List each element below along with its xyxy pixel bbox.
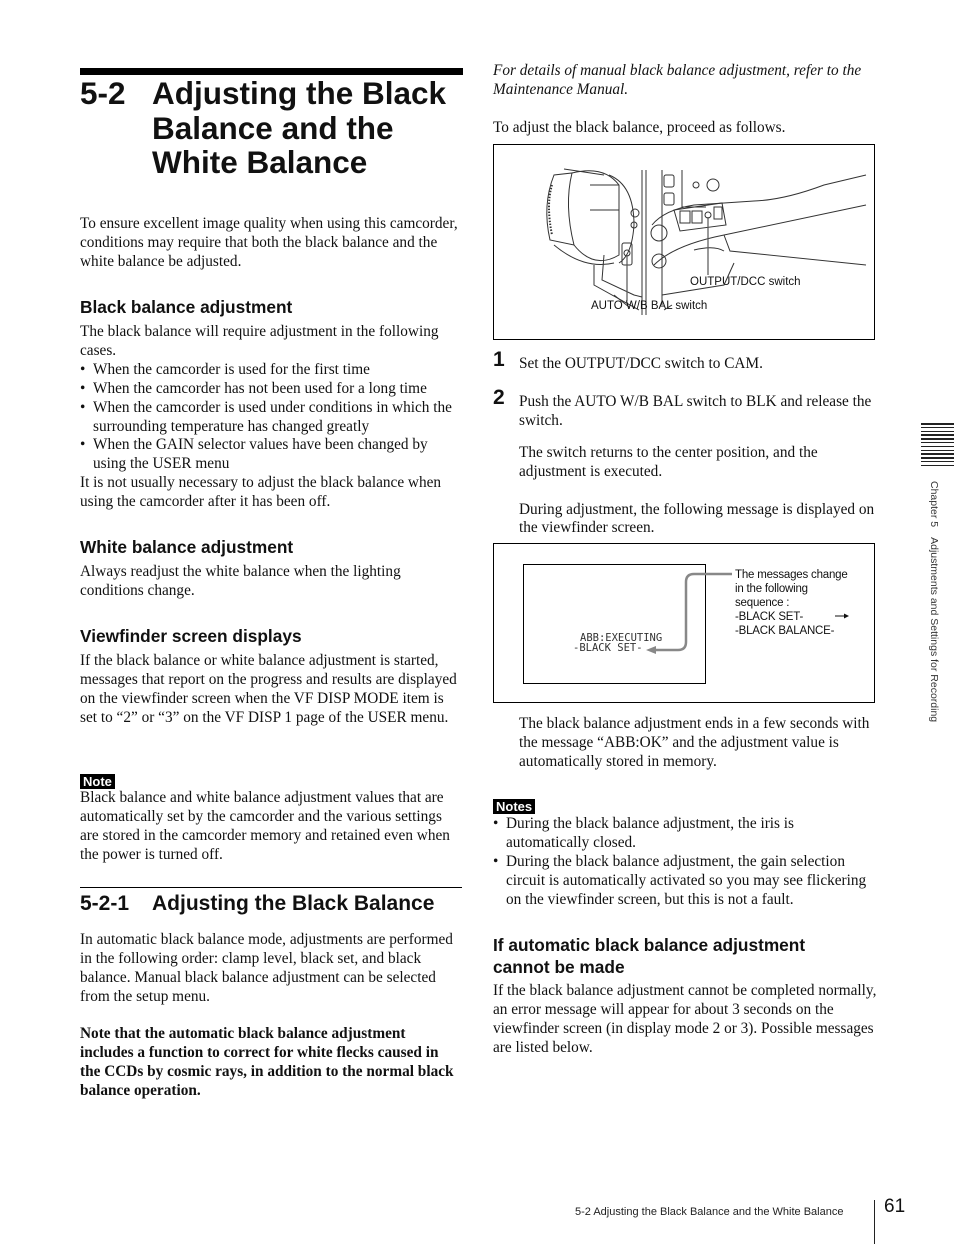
list-item: When the GAIN selector values have been … bbox=[80, 436, 462, 474]
step-number: 2 bbox=[493, 385, 505, 409]
list-item: When the camcorder is used under conditi… bbox=[80, 399, 462, 437]
chapter-tab-marker bbox=[921, 423, 954, 469]
list-item: During the black balance adjustment, the… bbox=[493, 815, 878, 853]
callout-line: sequence : bbox=[735, 597, 790, 609]
black-balance-section: The black balance will require adjustmen… bbox=[80, 323, 462, 512]
note-text: Black balance and white balance adjustme… bbox=[80, 789, 450, 863]
title-rule bbox=[80, 68, 463, 75]
white-balance-text: Always readjust the white balance when t… bbox=[80, 563, 401, 599]
black-balance-tail: It is not usually necessary to adjust th… bbox=[80, 474, 442, 511]
arrow-head-icon bbox=[646, 646, 656, 654]
notes-list: During the black balance adjustment, the… bbox=[493, 815, 878, 910]
white-balance-heading: White balance adjustment bbox=[80, 537, 294, 557]
step-1: 1 Set the OUTPUT/DCC switch to CAM. bbox=[493, 349, 875, 374]
failure-text: If the black balance adjustment cannot b… bbox=[493, 982, 877, 1056]
step-number: 1 bbox=[493, 348, 505, 371]
viewfinder-figure: ABB:EXECUTING -BLACK SET- The messages c… bbox=[493, 543, 875, 703]
cosmic-ray-note: Note that the automatic black balance ad… bbox=[80, 1025, 454, 1099]
proceed-text: To adjust the black balance, proceed as … bbox=[493, 119, 786, 136]
list-item: During the black balance adjustment, the… bbox=[493, 853, 878, 910]
note-badge: Note bbox=[80, 774, 115, 789]
black-balance-lead: The black balance will require adjustmen… bbox=[80, 323, 439, 359]
failure-heading: If automatic black balance adjustment ca… bbox=[493, 935, 806, 977]
black-balance-cases: When the camcorder is used for the first… bbox=[80, 361, 462, 474]
callout-line: -BLACK SET- bbox=[735, 611, 804, 623]
list-item: When the camcorder is used for the first… bbox=[80, 361, 462, 380]
title-line: Balance and the bbox=[152, 109, 394, 146]
viewfinder-heading: Viewfinder screen displays bbox=[80, 626, 302, 646]
subsection-title: Adjusting the Black Balance bbox=[152, 892, 435, 915]
intro-text: To ensure excellent image quality when u… bbox=[80, 215, 458, 270]
notes-block: Notes bbox=[493, 798, 536, 816]
chapter-number: Chapter 5 bbox=[928, 481, 940, 528]
procedure-steps: 1 Set the OUTPUT/DCC switch to CAM. 2 Pu… bbox=[493, 349, 875, 538]
callout-line: in the following bbox=[735, 583, 808, 595]
output-dcc-switch-label: OUTPUT/DCC switch bbox=[690, 276, 801, 288]
auto-wb-bal-switch-label: AUTO W/B BAL switch bbox=[591, 300, 708, 312]
chapter-side-label: Chapter 5 Adjustments and Settings for Re… bbox=[928, 481, 940, 722]
running-footer: 5-2 Adjusting the Black Balance and the … bbox=[575, 1206, 844, 1218]
callout-line: The messages change bbox=[735, 569, 848, 581]
footer-divider bbox=[874, 1200, 875, 1244]
black-balance-heading: Black balance adjustment bbox=[80, 297, 293, 317]
maintenance-reference: For details of manual black balance adju… bbox=[493, 62, 862, 98]
step-2-message-intro: During adjustment, the following message… bbox=[519, 500, 875, 537]
page-title: 5-2 Adjusting the Black Balance and the W… bbox=[80, 76, 470, 180]
title-line: Adjusting the Black bbox=[152, 75, 447, 111]
section-number: 5-2 bbox=[80, 75, 126, 111]
chapter-title: Adjustments and Settings for Recording bbox=[928, 537, 940, 723]
callout-line: -BLACK BALANCE- bbox=[735, 625, 835, 637]
callout-text: The messages change in the following seq… bbox=[735, 568, 848, 638]
step-2-result: The switch returns to the center positio… bbox=[519, 443, 818, 480]
section-rule bbox=[80, 887, 462, 888]
list-item: When the camcorder has not been used for… bbox=[80, 380, 462, 399]
subsection-text: In automatic black balance mode, adjustm… bbox=[80, 931, 453, 1005]
step-2: 2 Push the AUTO W/B BAL switch to BLK an… bbox=[493, 387, 875, 538]
subsection-number: 5-2-1 bbox=[80, 892, 130, 915]
abb-ok-text: The black balance adjustment ends in a f… bbox=[519, 715, 870, 770]
page-number: 61 bbox=[884, 1196, 906, 1217]
camcorder-figure: OUTPUT/DCC switch AUTO W/B BAL switch bbox=[493, 144, 875, 340]
step-text: Set the OUTPUT/DCC switch to CAM. bbox=[519, 355, 763, 372]
viewfinder-text: If the black balance or white balance ad… bbox=[80, 652, 457, 726]
subsection-heading: 5-2-1 Adjusting the Black Balance bbox=[80, 892, 434, 916]
step-text: Push the AUTO W/B BAL switch to BLK and … bbox=[519, 392, 872, 429]
notes-badge: Notes bbox=[493, 799, 536, 814]
title-line: White Balance bbox=[152, 144, 368, 180]
